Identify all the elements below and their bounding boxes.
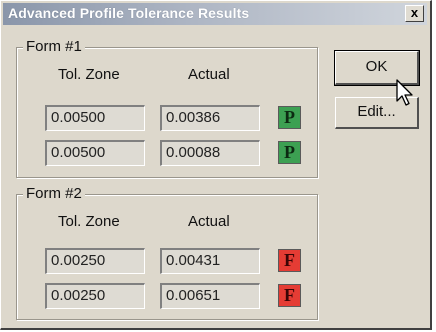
actual-field[interactable]: 0.00651 [160, 283, 260, 309]
window-title: Advanced Profile Tolerance Results [8, 5, 250, 21]
actual-field[interactable]: 0.00431 [160, 248, 260, 274]
actual-field[interactable]: 0.00088 [160, 140, 260, 166]
fail-badge: F [278, 249, 301, 272]
close-icon: x [410, 5, 419, 20]
close-button[interactable]: x [405, 5, 424, 22]
tol-zone-field[interactable]: 0.00500 [45, 140, 145, 166]
pass-badge: P [278, 141, 301, 164]
mouse-pointer-icon [396, 79, 413, 106]
actual-header: Actual [188, 213, 230, 230]
tol-zone-header: Tol. Zone [58, 213, 120, 230]
form-1-label: Form #1 [23, 38, 85, 55]
tol-zone-field[interactable]: 0.00250 [45, 283, 145, 309]
form-1-group: Form #1 Tol. Zone Actual 0.00500 0.00386… [16, 38, 318, 178]
actual-header: Actual [188, 66, 230, 83]
actual-field[interactable]: 0.00386 [160, 105, 260, 131]
dialog-window: Advanced Profile Tolerance Results x For… [0, 0, 432, 330]
title-bar[interactable]: Advanced Profile Tolerance Results x [3, 3, 427, 25]
pass-badge: P [278, 106, 301, 129]
tol-zone-field[interactable]: 0.00250 [45, 248, 145, 274]
form-2-label: Form #2 [23, 185, 85, 202]
fail-badge: F [278, 284, 301, 307]
tol-zone-field[interactable]: 0.00500 [45, 105, 145, 131]
tol-zone-header: Tol. Zone [58, 66, 120, 83]
form-2-group: Form #2 Tol. Zone Actual 0.00250 0.00431… [16, 185, 318, 320]
